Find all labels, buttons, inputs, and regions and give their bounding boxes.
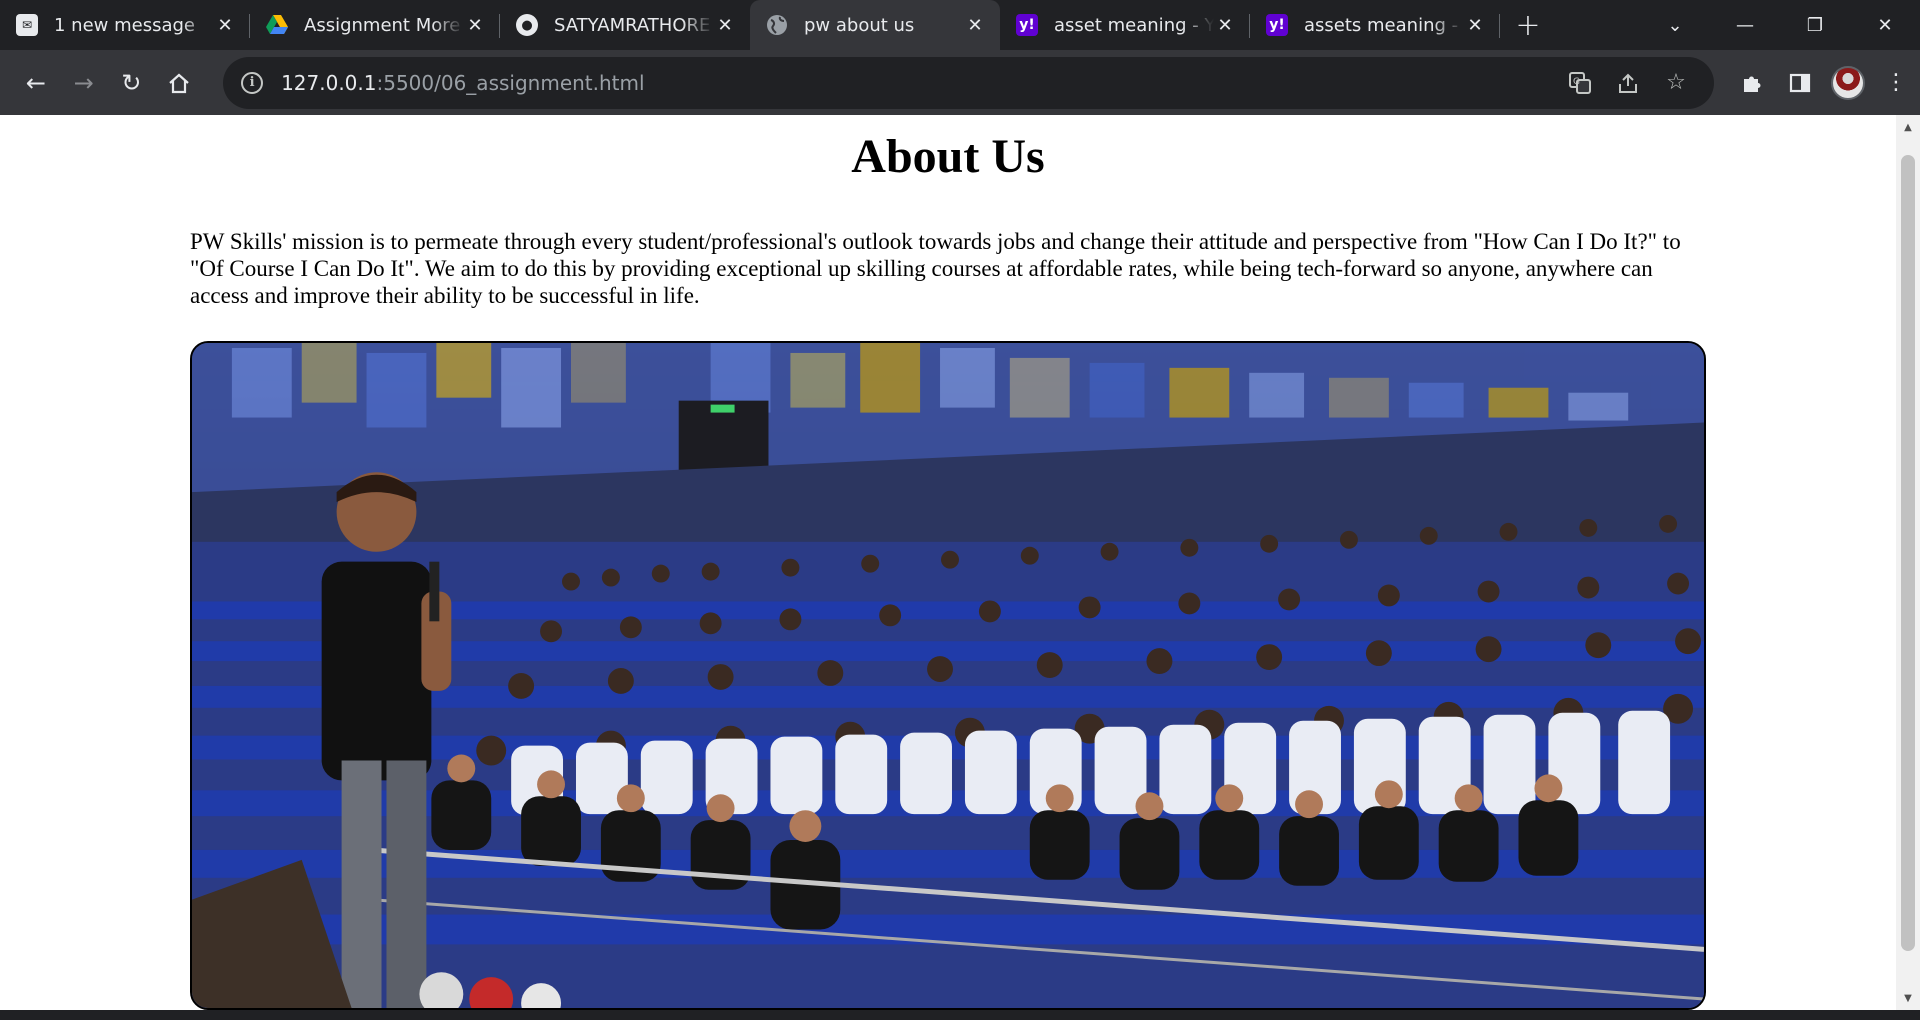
kebab-menu-icon: ⋮ bbox=[1884, 70, 1907, 95]
arrow-left-icon: ← bbox=[25, 68, 46, 97]
tab-github[interactable]: ● SATYAMRATHORE ✕ bbox=[500, 0, 750, 50]
tab-title: asset meaning - Ya bbox=[1054, 14, 1214, 36]
scroll-up-icon[interactable]: ▲ bbox=[1896, 115, 1920, 139]
tab-strip: ✉ 1 new message ✕ Assignment More ✕ ● SA… bbox=[0, 0, 1920, 50]
tab-search-button[interactable]: ⌄ bbox=[1640, 0, 1710, 50]
home-icon bbox=[169, 73, 189, 93]
yahoo-favicon-icon: y! bbox=[1016, 14, 1038, 36]
close-icon[interactable]: ✕ bbox=[1464, 14, 1486, 36]
auditorium-photo bbox=[190, 341, 1706, 1010]
close-window-button[interactable]: ✕ bbox=[1850, 0, 1920, 50]
close-icon[interactable]: ✕ bbox=[714, 14, 736, 36]
profile-button[interactable] bbox=[1824, 59, 1872, 107]
page-scrollbar[interactable]: ▲ ▼ bbox=[1896, 115, 1920, 1010]
taskbar-edge bbox=[0, 1010, 1920, 1020]
tab-title: SATYAMRATHORE bbox=[554, 14, 711, 36]
restore-button[interactable]: ❐ bbox=[1780, 0, 1850, 50]
minimize-icon: — bbox=[1736, 14, 1754, 36]
reload-button[interactable]: ↻ bbox=[108, 59, 156, 107]
side-panel-button[interactable] bbox=[1776, 59, 1824, 107]
browser-toolbar: ← → ↻ i 127.0.0.1:5500/06_assignment.htm… bbox=[0, 50, 1920, 115]
translate-button[interactable]: G bbox=[1556, 59, 1604, 107]
page-viewport: About Us PW Skills' mission is to permea… bbox=[0, 115, 1920, 1010]
svg-text:G: G bbox=[1573, 77, 1580, 87]
side-panel-icon bbox=[1789, 73, 1811, 92]
tab-title: assets meaning - Y bbox=[1304, 14, 1464, 36]
tab-asset-meaning[interactable]: y! asset meaning - Ya ✕ bbox=[1000, 0, 1250, 50]
url-host: 127.0.0.1 bbox=[281, 70, 377, 95]
globe-favicon-icon bbox=[766, 14, 788, 36]
close-icon: ✕ bbox=[1877, 14, 1893, 36]
share-button[interactable] bbox=[1604, 59, 1652, 107]
url-path: :5500/06_assignment.html bbox=[376, 70, 645, 95]
tab-mail[interactable]: ✉ 1 new message ✕ bbox=[0, 0, 250, 50]
translate-icon: G bbox=[1568, 71, 1591, 94]
close-icon[interactable]: ✕ bbox=[964, 14, 986, 36]
tab-title: 1 new message bbox=[54, 14, 195, 36]
close-icon[interactable]: ✕ bbox=[1214, 14, 1236, 36]
window-controls: ⌄ — ❐ ✕ bbox=[1640, 0, 1920, 50]
puzzle-icon bbox=[1743, 76, 1761, 92]
url-text[interactable]: 127.0.0.1:5500/06_assignment.html bbox=[281, 71, 1556, 95]
tab-title: pw about us bbox=[804, 14, 915, 36]
auditorium-photo-illustration bbox=[192, 343, 1704, 1008]
mail-favicon-icon: ✉ bbox=[16, 14, 38, 36]
info-icon[interactable]: i bbox=[241, 71, 264, 94]
star-icon: ☆ bbox=[1666, 70, 1686, 95]
drive-favicon-icon bbox=[266, 14, 288, 36]
mission-paragraph: PW Skills' mission is to permeate throug… bbox=[190, 229, 1681, 308]
scroll-down-icon[interactable]: ▼ bbox=[1896, 986, 1920, 1010]
page-title: About Us bbox=[851, 130, 1045, 183]
toolbar-actions: ⋮ bbox=[1728, 59, 1920, 107]
bookmark-button[interactable]: ☆ bbox=[1652, 59, 1700, 107]
arrow-right-icon: → bbox=[73, 68, 94, 97]
tab-assignment[interactable]: Assignment More ✕ bbox=[250, 0, 500, 50]
reload-icon: ↻ bbox=[121, 68, 142, 97]
share-icon bbox=[1618, 73, 1637, 93]
chevron-down-icon: ⌄ bbox=[1667, 14, 1683, 36]
forward-button[interactable]: → bbox=[60, 59, 108, 107]
tab-title: Assignment More bbox=[304, 14, 461, 36]
menu-button[interactable]: ⋮ bbox=[1872, 59, 1920, 107]
minimize-button[interactable]: — bbox=[1710, 0, 1780, 50]
new-tab-button[interactable]: + bbox=[1500, 0, 1556, 50]
tab-assets-meaning[interactable]: y! assets meaning - Y ✕ bbox=[1250, 0, 1500, 50]
github-favicon-icon: ● bbox=[516, 14, 538, 36]
restore-icon: ❐ bbox=[1806, 14, 1824, 36]
avatar bbox=[1830, 65, 1865, 100]
plus-icon: + bbox=[1515, 7, 1541, 43]
address-bar[interactable]: i 127.0.0.1:5500/06_assignment.html G ☆ bbox=[223, 56, 1714, 109]
scrollbar-thumb[interactable] bbox=[1901, 155, 1915, 951]
home-button[interactable] bbox=[155, 59, 203, 107]
close-icon[interactable]: ✕ bbox=[464, 14, 486, 36]
tab-pw-about-us[interactable]: pw about us ✕ bbox=[750, 0, 1000, 50]
extensions-button[interactable] bbox=[1728, 59, 1776, 107]
yahoo-favicon-icon: y! bbox=[1266, 14, 1288, 36]
close-icon[interactable]: ✕ bbox=[214, 14, 236, 36]
back-button[interactable]: ← bbox=[12, 59, 60, 107]
